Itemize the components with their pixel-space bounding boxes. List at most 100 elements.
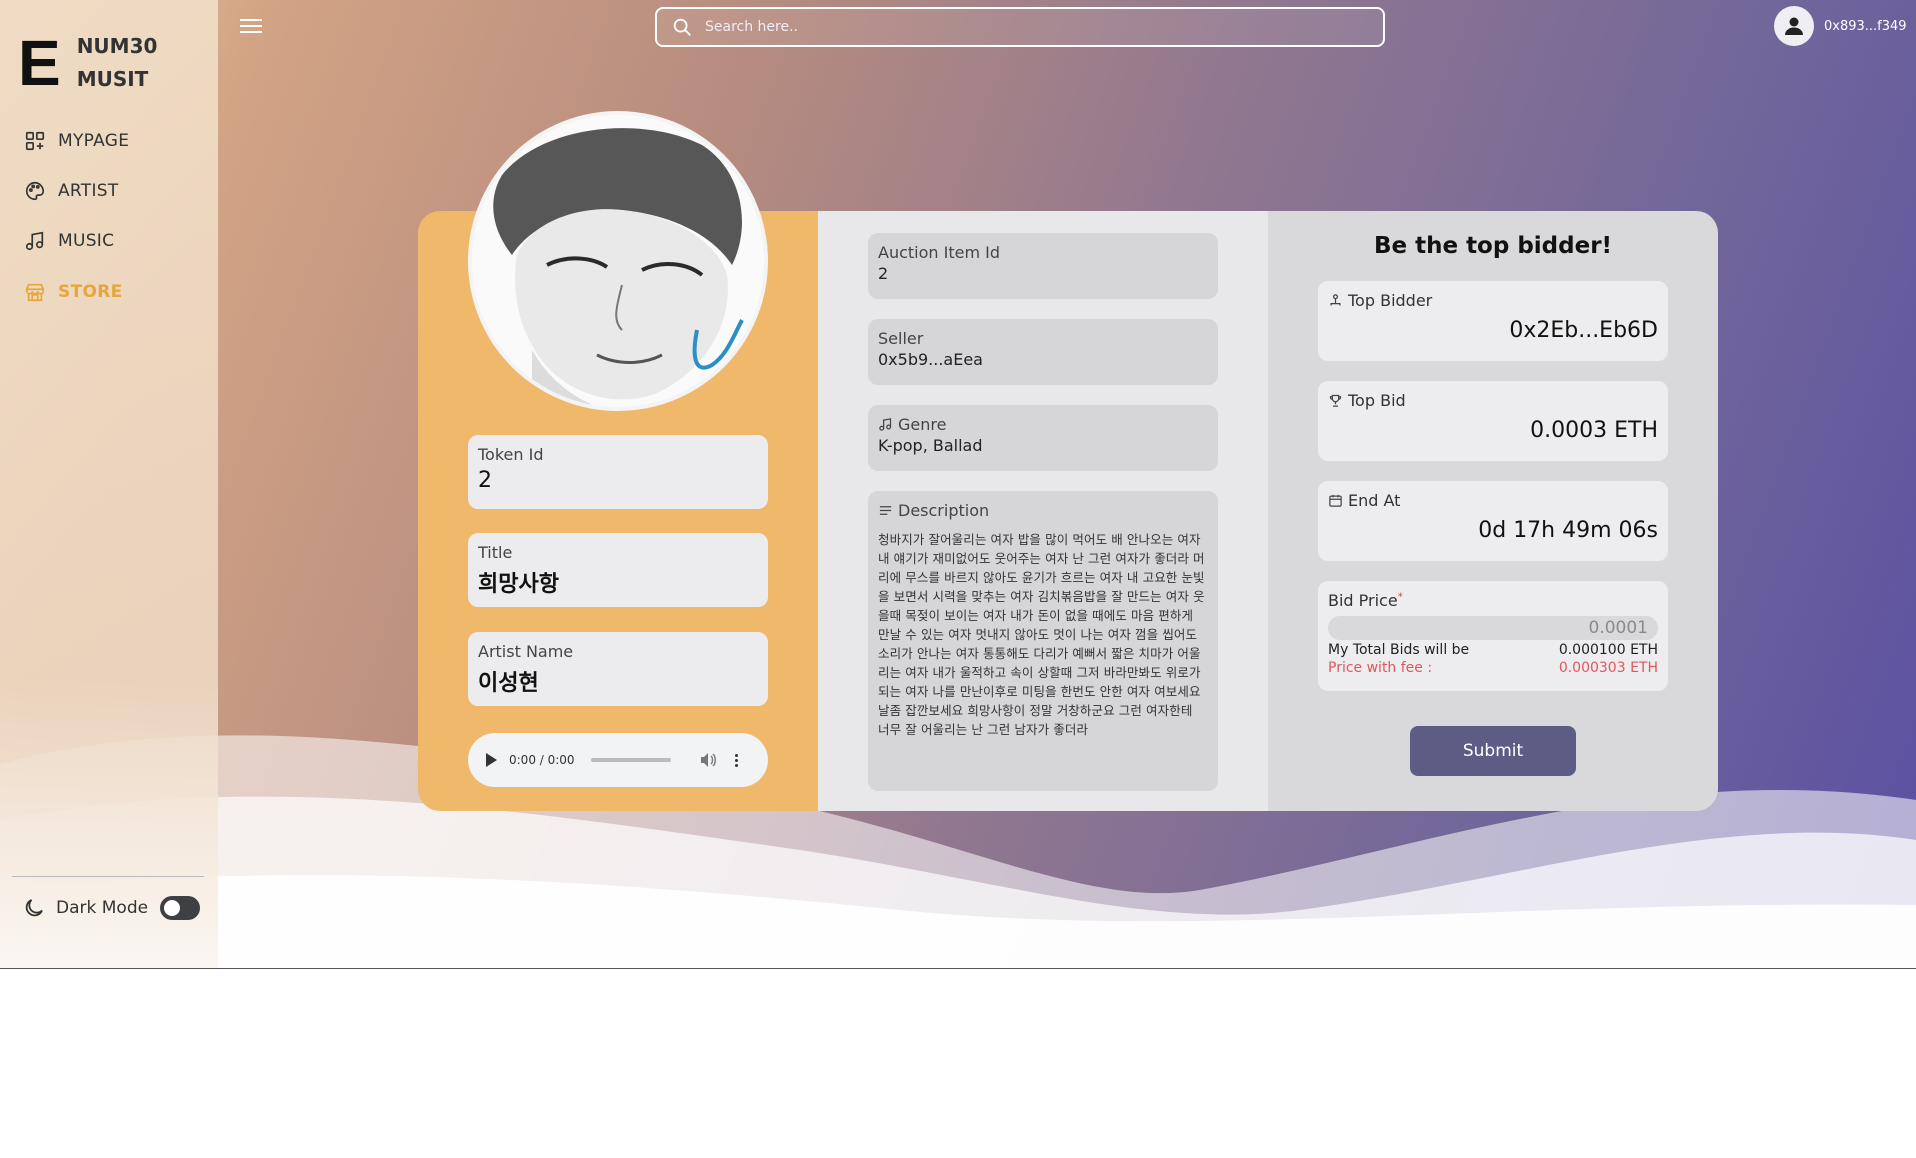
- album-art: [468, 111, 768, 411]
- sidebar-item-label: MYPAGE: [58, 131, 130, 151]
- auction-item-id-value: 2: [878, 264, 889, 283]
- top-bid-value: 0.0003 ETH: [1530, 418, 1658, 443]
- logo-line-2: MUSIT: [76, 67, 149, 91]
- artist-name-label: Artist Name: [478, 642, 574, 661]
- trophy-icon: [1329, 394, 1342, 407]
- palette-icon: [26, 181, 45, 201]
- dot: [735, 758, 739, 762]
- volume-icon[interactable]: [700, 753, 717, 767]
- artist-name-value: 이성현: [478, 671, 539, 696]
- menu-toggle-button[interactable]: [238, 15, 264, 37]
- genre-label-row: Genre: [878, 415, 1208, 434]
- top-bidder-label: Top Bidder: [1348, 291, 1433, 310]
- description-label: Description: [898, 501, 990, 520]
- user-icon: [1785, 17, 1803, 35]
- price-with-fee-value: 0.000303 ETH: [1558, 660, 1658, 676]
- search-input[interactable]: [705, 19, 1345, 35]
- auction-item-id-label: Auction Item Id: [878, 243, 1000, 262]
- sidebar-item-artist[interactable]: ARTIST: [24, 176, 119, 206]
- item-details-panel: Auction Item Id 2 Seller 0x5b9...aEea Ge…: [818, 211, 1268, 811]
- sidebar-item-store[interactable]: STORE: [24, 277, 123, 307]
- sidebar-item-label: MUSIC: [58, 231, 115, 251]
- wallet-address: 0x893...f349: [1824, 18, 1907, 34]
- genre-value: K-pop, Ballad: [878, 436, 983, 455]
- token-id-value: 2: [478, 468, 492, 493]
- sidebar-item-music[interactable]: MUSIC: [24, 226, 114, 256]
- top-bid-label: Top Bid: [1348, 391, 1406, 410]
- app-bottom-border: [0, 968, 1916, 969]
- title-label: Title: [478, 543, 513, 562]
- notes-icon: [879, 506, 892, 515]
- end-at-box: End At 0d 17h 49m 06s: [1318, 481, 1668, 561]
- total-bids-value: 0.000100 ETH: [1558, 642, 1658, 658]
- seller-value: 0x5b9...aEea: [878, 350, 983, 369]
- price-with-fee-label: Price with fee :: [1328, 660, 1433, 676]
- album-art-image: [472, 115, 764, 407]
- auction-item-id-field: Auction Item Id 2: [868, 233, 1218, 299]
- total-bids-row: My Total Bids will be 0.000100 ETH: [1328, 642, 1658, 658]
- top-bidder-label-row: Top Bidder: [1328, 291, 1658, 310]
- dot: [735, 753, 739, 757]
- search-bar: [655, 7, 1385, 47]
- dark-mode-label: Dark Mode: [56, 898, 149, 918]
- genre-field: Genre K-pop, Ballad: [868, 405, 1218, 471]
- price-with-fee-row: Price with fee : 0.000303 ETH: [1328, 660, 1658, 676]
- end-at-value: 0d 17h 49m 06s: [1478, 518, 1658, 543]
- seller-field: Seller 0x5b9...aEea: [868, 319, 1218, 385]
- app-window: E NUM30 MUSIT MYPAGE ARTIST MUSIC STORE …: [0, 0, 1916, 969]
- sidebar-divider: [12, 876, 204, 877]
- title-value: 희망사항: [478, 572, 559, 597]
- play-icon[interactable]: [486, 753, 497, 767]
- menu-icon-bar: [240, 25, 262, 27]
- account-menu[interactable]: 0x893...f349: [1774, 6, 1907, 46]
- logo-line-1: NUM30: [76, 34, 158, 58]
- sidebar: E NUM30 MUSIT MYPAGE ARTIST MUSIC STORE …: [0, 0, 218, 969]
- token-id-field: Token Id 2: [468, 435, 768, 509]
- sidebar-item-mypage[interactable]: MYPAGE: [24, 126, 129, 156]
- dot: [735, 763, 739, 767]
- description-text: 청바지가 잘어울리는 여자 밥을 많이 먹어도 배 안나오는 여자 내 얘기가 …: [878, 532, 1205, 737]
- more-options-icon[interactable]: [735, 753, 739, 768]
- audio-player: 0:00 / 0:00: [468, 733, 768, 787]
- top-bid-box: Top Bid 0.0003 ETH: [1318, 381, 1668, 461]
- submit-button[interactable]: Submit: [1410, 726, 1576, 776]
- sidebar-item-label: STORE: [58, 282, 123, 302]
- menu-icon-bar: [240, 31, 262, 33]
- token-id-label: Token Id: [478, 445, 544, 464]
- music-note-icon: [879, 418, 892, 431]
- sidebar-item-label: ARTIST: [58, 181, 119, 201]
- bid-price-label-row: Bid Price*: [1328, 591, 1658, 610]
- seller-label: Seller: [878, 329, 924, 348]
- bid-price-label: Bid Price: [1328, 591, 1398, 610]
- audio-time: 0:00 / 0:00: [509, 753, 575, 767]
- top-bid-label-row: Top Bid: [1328, 391, 1658, 410]
- description-field: Description 청바지가 잘어울리는 여자 밥을 많이 먹어도 배 안나…: [868, 491, 1218, 791]
- dark-mode-toggle[interactable]: [160, 896, 201, 920]
- title-field: Title 희망사항: [468, 533, 768, 607]
- bid-heading: Be the top bidder!: [1373, 233, 1613, 259]
- dashboard-icon: [25, 131, 45, 151]
- artist-name-field: Artist Name 이성현: [468, 632, 768, 706]
- store-icon: [25, 283, 45, 302]
- end-at-label-row: End At: [1328, 491, 1658, 510]
- app-logo[interactable]: E NUM30 MUSIT: [18, 30, 157, 96]
- menu-icon-bar: [240, 19, 262, 21]
- genre-label: Genre: [898, 415, 947, 434]
- top-bidder-box: Top Bidder 0x2Eb...Eb6D: [1318, 281, 1668, 361]
- required-mark: *: [1397, 591, 1403, 603]
- bid-price-box: Bid Price* My Total Bids will be 0.00010…: [1318, 581, 1668, 691]
- end-at-label: End At: [1348, 491, 1401, 510]
- description-label-row: Description: [878, 501, 1208, 520]
- user-network-icon: [1330, 294, 1341, 306]
- music-note-icon: [25, 231, 44, 251]
- calendar-icon: [1329, 494, 1342, 507]
- bid-price-input[interactable]: [1328, 616, 1658, 640]
- total-bids-label: My Total Bids will be: [1328, 642, 1470, 658]
- moon-icon: [25, 899, 43, 917]
- avatar[interactable]: [1774, 6, 1814, 46]
- top-bidder-value: 0x2Eb...Eb6D: [1509, 318, 1658, 343]
- logo-mark: E: [18, 27, 61, 99]
- logo-text: NUM30 MUSIT: [77, 30, 158, 96]
- bid-panel: Be the top bidder! Top Bidder 0x2Eb...Eb…: [1268, 211, 1718, 811]
- audio-seek-slider[interactable]: [590, 758, 671, 762]
